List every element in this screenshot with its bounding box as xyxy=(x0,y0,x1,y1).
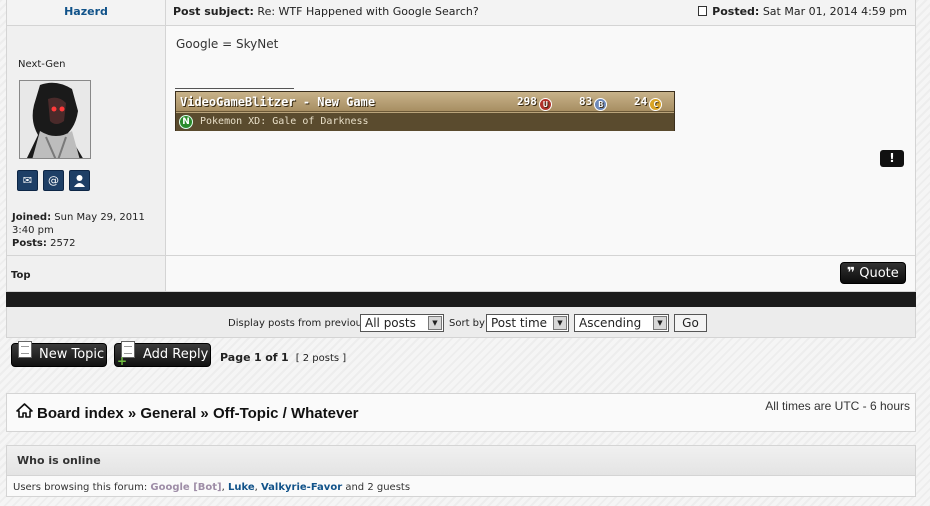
new-topic-button[interactable]: New Topic xyxy=(11,341,107,367)
report-button[interactable]: ! xyxy=(880,150,904,167)
chevron-down-icon: ▼ xyxy=(428,316,442,330)
author-profile: Joined: Sun May 29, 2011 3:40 pm Posts: … xyxy=(12,211,162,250)
gamecard-now-playing: N Pokemon XD: Gale of Darkness xyxy=(176,113,674,131)
at-icon[interactable]: @ xyxy=(43,170,64,191)
post-date: Posted: Sat Mar 01, 2014 4:59 pm xyxy=(697,0,907,24)
post-icon[interactable] xyxy=(697,6,707,16)
online-users: Users browsing this forum: Google [Bot],… xyxy=(13,482,411,493)
display-posts-select[interactable]: All posts ▼ xyxy=(360,314,444,332)
add-reply-button[interactable]: + Add Reply xyxy=(114,341,211,368)
page-current: 1 xyxy=(254,351,262,364)
post-message: Google = SkyNet xyxy=(176,37,279,51)
posts-label: Posts: xyxy=(12,238,47,249)
breadcrumb: Board index » General » Off-Topic / What… xyxy=(6,393,916,432)
user-icon[interactable] xyxy=(69,170,90,191)
c-badge-icon: C xyxy=(649,98,663,111)
b-badge-icon: B xyxy=(594,98,608,111)
quote-icon: ❞ xyxy=(847,265,856,281)
gamecard-stat-3: 24 C xyxy=(634,95,663,111)
home-icon[interactable] xyxy=(16,403,33,418)
sort-order-select[interactable]: Ascending ▼ xyxy=(574,314,669,332)
envelope-icon[interactable]: ✉ xyxy=(17,170,38,191)
joined-label: Joined: xyxy=(12,212,52,223)
chevron-down-icon: ▼ xyxy=(553,316,567,330)
subject-label: Post subject: xyxy=(173,5,254,18)
go-button[interactable]: Go xyxy=(674,314,707,332)
top-row: Top xyxy=(7,255,165,292)
author-rank: Next-Gen xyxy=(18,59,66,70)
online-user-luke[interactable]: Luke xyxy=(228,482,255,493)
posted-label: Posted: xyxy=(712,5,760,18)
document-icon xyxy=(18,341,32,358)
online-user-valkyrie-favor[interactable]: Valkyrie-Favor xyxy=(261,482,342,493)
breadcrumb-general[interactable]: General xyxy=(140,405,196,422)
author-name-link[interactable]: Hazerd xyxy=(64,5,108,18)
author-header: Hazerd xyxy=(7,0,165,26)
timezone-note: All times are UTC - 6 hours xyxy=(765,399,910,413)
who-is-online: Who is online Users browsing this forum:… xyxy=(6,445,916,497)
gamecard-title: VideoGameBlitzer - New Game xyxy=(180,95,376,109)
chevron-down-icon: ▼ xyxy=(653,316,667,330)
breadcrumb-off-topic[interactable]: Off-Topic / Whatever xyxy=(213,405,359,422)
gamecard-header: VideoGameBlitzer - New Game 298 U 83 B 24 C xyxy=(176,92,674,112)
gamecard-stat-2: 83 B xyxy=(579,95,608,111)
post-footer: ❞ Quote xyxy=(166,255,915,292)
page-total: 1 xyxy=(281,351,289,364)
online-user-google-bot[interactable]: Google [Bot] xyxy=(150,482,221,493)
gamecard-signature[interactable]: VideoGameBlitzer - New Game 298 U 83 B 24 C… xyxy=(175,91,675,131)
pagination: Page 1 of 1 [ 2 posts ] xyxy=(220,351,347,364)
avatar[interactable] xyxy=(19,80,91,159)
now-playing-game: Pokemon XD: Gale of Darkness xyxy=(200,116,369,127)
post-body-column: Post subject: Re: WTF Happened with Goog… xyxy=(166,0,915,291)
top-link[interactable]: Top xyxy=(11,268,31,281)
breadcrumb-board-index[interactable]: Board index xyxy=(37,405,124,422)
post-container: Hazerd Next-Gen ✉ @ Joined: Sun May 29, … xyxy=(6,0,916,292)
sort-bar: Display posts from previous: All posts ▼ … xyxy=(6,307,916,338)
display-posts-label: Display posts from previous: xyxy=(228,318,371,329)
posts-value: 2572 xyxy=(50,238,76,249)
posted-date-value: Sat Mar 01, 2014 4:59 pm xyxy=(762,5,907,18)
post-subject: Re: WTF Happened with Google Search? xyxy=(257,5,479,18)
post-header: Post subject: Re: WTF Happened with Goog… xyxy=(166,0,915,26)
now-playing-icon: N xyxy=(179,115,193,129)
who-is-online-title: Who is online xyxy=(7,446,915,476)
gamecard-stat-1: 298 U xyxy=(517,95,552,111)
signature-divider xyxy=(175,88,294,89)
plus-icon: + xyxy=(117,354,128,368)
sort-by-label: Sort by xyxy=(449,318,485,329)
sort-by-select[interactable]: Post time ▼ xyxy=(486,314,569,332)
post-author-column: Hazerd Next-Gen ✉ @ Joined: Sun May 29, … xyxy=(7,0,166,291)
breadcrumb-trail: Board index » General » Off-Topic / What… xyxy=(37,405,359,422)
post-count: [ 2 posts ] xyxy=(295,353,347,364)
u-badge-icon: U xyxy=(538,98,552,111)
separator-bar xyxy=(6,292,916,307)
quote-button[interactable]: ❞ Quote xyxy=(840,262,906,284)
